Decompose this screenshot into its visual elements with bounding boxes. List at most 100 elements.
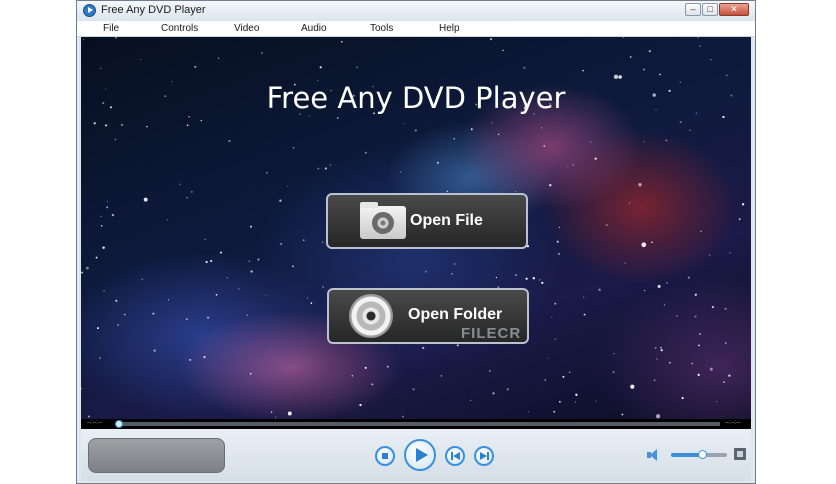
star — [106, 206, 109, 209]
next-button[interactable] — [474, 446, 494, 466]
menu-tools[interactable]: Tools — [370, 23, 393, 34]
star — [81, 271, 84, 274]
star — [341, 40, 343, 43]
star — [120, 123, 124, 127]
star — [651, 241, 653, 244]
seek-track[interactable] — [116, 422, 720, 426]
star — [364, 366, 367, 369]
star — [102, 246, 105, 249]
star — [558, 400, 561, 403]
star — [528, 411, 530, 413]
star — [663, 304, 665, 306]
star — [114, 138, 117, 141]
star — [723, 381, 725, 383]
title-bar[interactable]: Free Any DVD Player – □ ✕ — [77, 1, 755, 21]
star — [709, 367, 713, 371]
star — [630, 384, 635, 389]
star — [238, 288, 240, 290]
seek-handle[interactable] — [115, 420, 123, 428]
open-file-button[interactable]: Open File — [326, 193, 528, 249]
open-file-label: Open File — [410, 212, 483, 229]
star — [643, 289, 646, 292]
star — [660, 346, 662, 349]
star — [270, 411, 273, 413]
fullscreen-icon[interactable] — [734, 448, 746, 460]
star — [699, 333, 701, 335]
star — [306, 297, 309, 299]
star — [694, 293, 697, 296]
star — [724, 307, 727, 310]
star — [665, 139, 668, 142]
stop-button[interactable] — [375, 446, 395, 466]
star — [687, 276, 690, 279]
star — [515, 274, 517, 276]
menu-video[interactable]: Video — [234, 23, 259, 34]
star — [540, 127, 543, 129]
star — [497, 133, 500, 136]
star — [96, 327, 99, 330]
app-window: Free Any DVD Player – □ ✕ File Controls … — [76, 0, 756, 484]
star — [185, 318, 188, 321]
menu-audio[interactable]: Audio — [301, 23, 327, 34]
star — [205, 260, 208, 264]
star — [488, 370, 491, 372]
star — [446, 190, 449, 193]
star — [722, 115, 725, 119]
star — [553, 410, 556, 413]
star — [638, 183, 642, 187]
window-title: Free Any DVD Player — [101, 4, 206, 16]
star — [572, 164, 575, 166]
play-button[interactable] — [404, 439, 436, 471]
star — [228, 139, 231, 143]
star — [166, 219, 168, 221]
star — [146, 126, 148, 128]
speaker-icon[interactable] — [647, 448, 663, 462]
star — [523, 66, 526, 69]
close-button[interactable]: ✕ — [719, 3, 749, 16]
star — [699, 45, 701, 48]
star — [194, 65, 197, 68]
star — [547, 357, 549, 359]
star — [629, 202, 631, 204]
previous-button[interactable] — [445, 446, 465, 466]
star — [453, 137, 456, 140]
star — [654, 346, 657, 349]
star — [583, 313, 586, 316]
star — [351, 375, 354, 377]
star — [495, 276, 498, 279]
star — [83, 38, 85, 40]
star — [613, 74, 619, 79]
volume-slider[interactable] — [671, 450, 727, 459]
star — [697, 373, 700, 377]
star — [359, 403, 362, 407]
star — [525, 277, 528, 280]
star — [575, 393, 578, 396]
star — [249, 225, 253, 228]
menu-controls[interactable]: Controls — [161, 23, 198, 34]
star — [648, 49, 651, 53]
star — [106, 201, 108, 202]
star — [558, 226, 560, 228]
star — [491, 122, 493, 124]
open-folder-label: Open Folder — [408, 306, 503, 323]
minimize-button[interactable]: – — [685, 3, 701, 16]
star — [657, 284, 661, 288]
star — [544, 379, 546, 381]
menu-help[interactable]: Help — [439, 23, 460, 34]
volume-handle[interactable] — [697, 450, 707, 459]
star — [95, 256, 98, 259]
star — [279, 199, 282, 202]
star — [470, 128, 473, 131]
star — [287, 185, 289, 187]
video-stage[interactable]: Free Any DVD Player Open File Open Folde… — [81, 37, 751, 419]
seek-bar[interactable]: --:--:-- --:--:-- — [81, 419, 751, 429]
star — [655, 414, 661, 419]
star — [310, 302, 313, 305]
star — [93, 122, 96, 125]
star — [728, 374, 731, 377]
star — [399, 170, 402, 173]
star — [676, 315, 678, 317]
maximize-button[interactable]: □ — [702, 3, 718, 16]
star — [629, 56, 632, 58]
menu-file[interactable]: File — [103, 23, 119, 34]
